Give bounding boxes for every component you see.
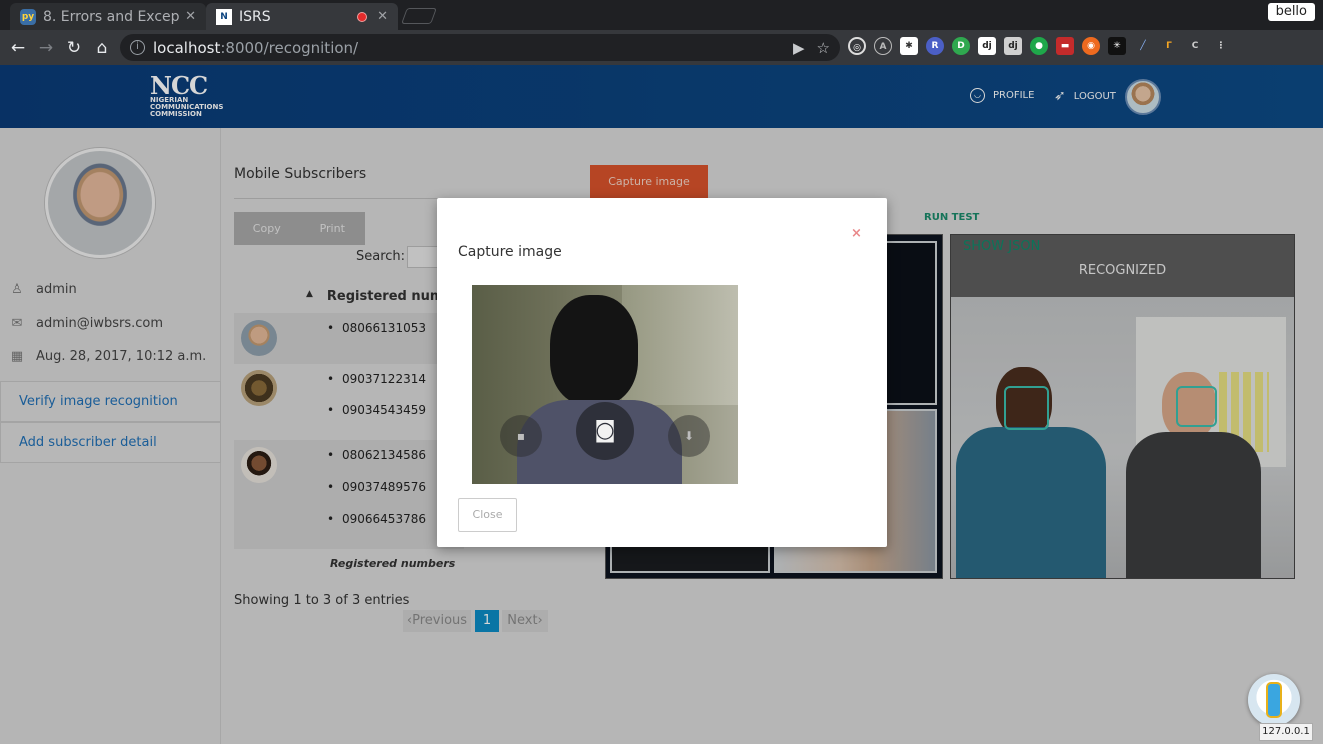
d-ext-icon[interactable]: D <box>952 37 970 55</box>
camera-icon[interactable]: ▶ <box>793 39 805 57</box>
address-bar[interactable]: i localhost:8000/recognition/ ▶ ☆ <box>120 34 840 61</box>
modal-title: Capture image <box>458 244 562 260</box>
home-icon[interactable]: ⌂ <box>88 38 116 58</box>
mascot-widget[interactable] <box>1248 674 1300 726</box>
forward-icon[interactable]: → <box>32 38 60 58</box>
bookmark-star-icon[interactable]: ☆ <box>817 39 830 57</box>
recording-icon <box>357 11 368 22</box>
info-icon[interactable]: i <box>130 40 145 55</box>
browser-toolbar: ← → ↻ ⌂ i localhost:8000/recognition/ ▶ … <box>0 30 1323 65</box>
reload-icon[interactable]: ↻ <box>60 38 88 58</box>
back-icon[interactable]: ← <box>4 38 32 58</box>
tab-title: 8. Errors and Excep <box>43 8 180 25</box>
t-ext-icon[interactable]: Г <box>1160 37 1178 55</box>
django-ext-icon[interactable]: dj <box>978 37 996 55</box>
robot-icon <box>1266 682 1282 718</box>
menu-dots-icon[interactable]: ⋮ <box>1212 37 1230 55</box>
python-icon: py <box>20 8 36 25</box>
target-ext-icon[interactable]: ◎ <box>848 37 866 55</box>
browser-tab-bar: py 8. Errors and Excep ✕ N ISRS ✕ bello <box>0 0 1323 30</box>
r-ext-icon[interactable]: R <box>926 37 944 55</box>
url-host: localhost <box>153 38 221 57</box>
extensions: ◎ A ✱ R D dj dj ● ▬ ◉ ✳ ╱ Г C ⋮ <box>848 37 1230 55</box>
status-tooltip: 127.0.0.1 <box>1259 723 1313 741</box>
tab-errors[interactable]: py 8. Errors and Excep ✕ <box>10 3 206 30</box>
evernote-ext-icon[interactable]: ● <box>1030 37 1048 55</box>
camera-shutter-icon[interactable]: ◙ <box>576 402 634 460</box>
download-icon[interactable]: ⬇ <box>668 415 710 457</box>
toolbox-ext-icon[interactable]: ▬ <box>1056 37 1074 55</box>
a-ext-icon[interactable]: A <box>874 37 892 55</box>
trash-icon[interactable]: ▪ <box>500 415 542 457</box>
capture-modal: Capture image × ▪ ◙ ⬇ Close <box>437 198 887 547</box>
django-ext-icon-2[interactable]: dj <box>1004 37 1022 55</box>
tab-isrs[interactable]: N ISRS ✕ <box>206 3 398 30</box>
person-silhouette <box>550 295 638 405</box>
browser-profile-button[interactable]: bello <box>1267 3 1315 21</box>
c-ext-icon[interactable]: C <box>1186 37 1204 55</box>
tab-close-icon[interactable]: ✕ <box>185 9 196 24</box>
window-light <box>622 285 738 405</box>
webcam-preview: ▪ ◙ ⬇ <box>472 285 738 484</box>
lifering-ext-icon[interactable]: ◉ <box>1082 37 1100 55</box>
dropper-ext-icon[interactable]: ╱ <box>1134 37 1152 55</box>
slack-ext-icon[interactable]: ✳ <box>1108 37 1126 55</box>
url-path: :8000/recognition/ <box>220 38 359 57</box>
tab-close-icon[interactable]: ✕ <box>377 9 388 24</box>
close-icon[interactable]: × <box>851 226 862 241</box>
tab-title: ISRS <box>239 8 271 25</box>
new-tab-button[interactable] <box>401 8 437 24</box>
puzzle-ext-icon[interactable]: ✱ <box>900 37 918 55</box>
close-button[interactable]: Close <box>458 498 517 532</box>
ncc-favicon-icon: N <box>216 8 232 25</box>
